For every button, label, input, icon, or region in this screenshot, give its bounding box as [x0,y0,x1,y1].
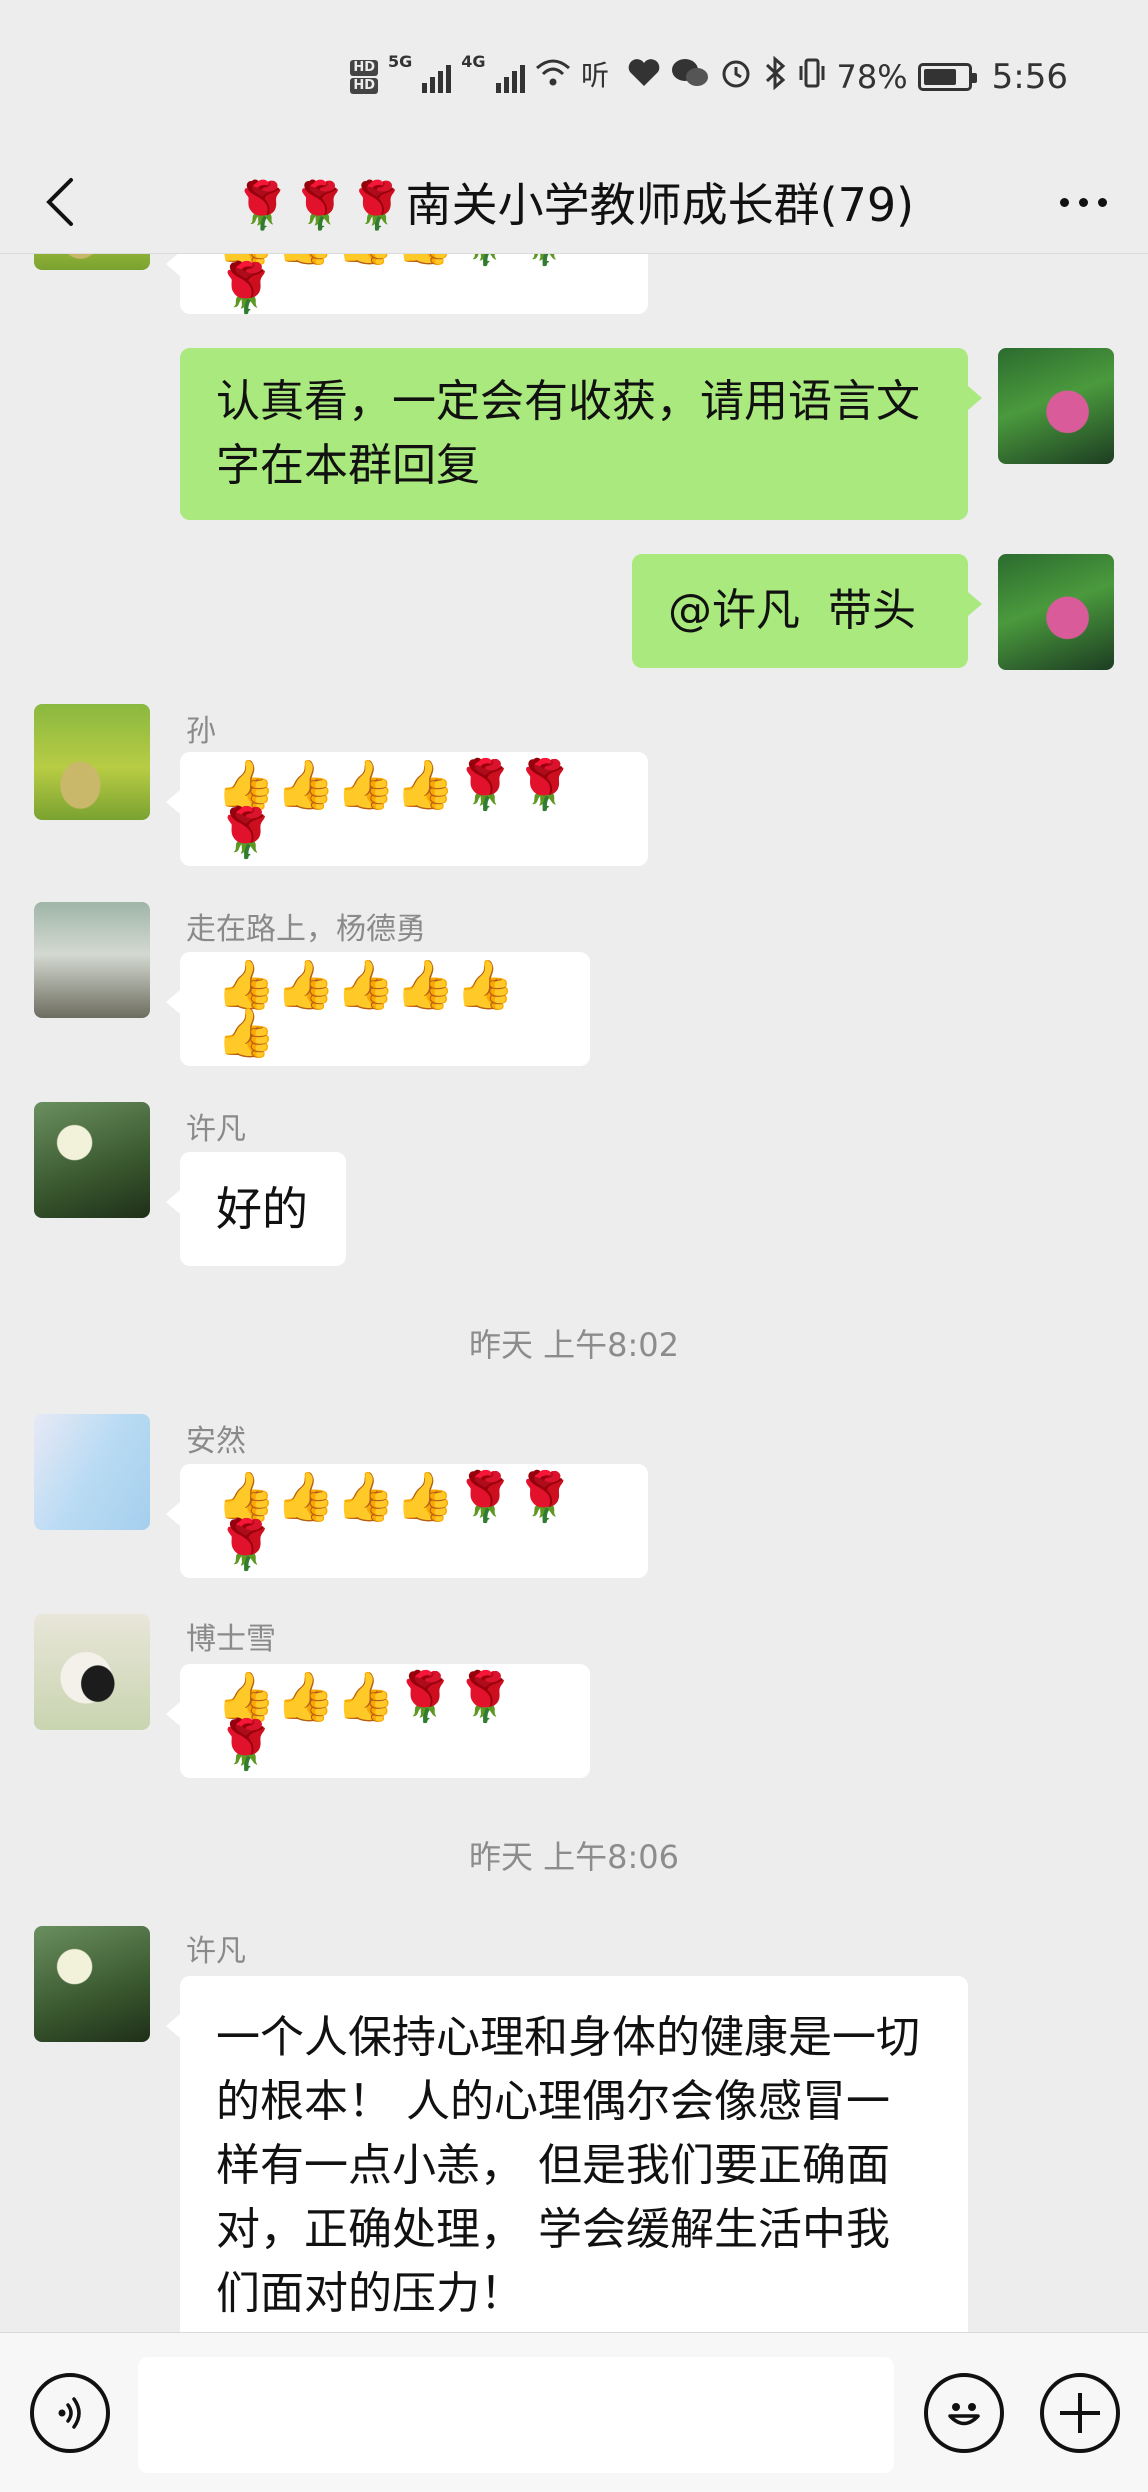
more-button[interactable] [1048,172,1118,232]
battery-fill [923,69,957,85]
voice-button[interactable] [30,2373,110,2453]
message-bubble[interactable]: 👍👍👍🌹🌹🌹 [166,1664,590,1778]
message-bubble[interactable]: 👍👍👍👍🌹🌹🌹 [166,254,648,316]
avatar[interactable] [34,704,150,820]
emoji-button[interactable] [924,2373,1004,2453]
sender-name: 安然 [186,1424,246,1459]
alarm-icon [719,56,753,98]
battery-icon [917,63,977,91]
signal-icon [422,61,452,93]
wechat-icon [671,57,709,97]
input-bar [0,2332,1148,2492]
more-dots-icon [1059,197,1069,207]
message-bubble[interactable]: 👍👍👍👍👍👍 [166,952,590,1066]
sender-name: 孙 [186,714,216,749]
sender-name: 许凡 [186,1934,246,1969]
svg-text:听: 听 [581,59,609,89]
sender-name: 博士雪 [186,1622,276,1657]
chat-title: 🌹🌹🌹南关小学教师成长群(79) [233,178,915,232]
network-label-1: 5G [387,52,413,71]
message-text: 👍👍👍👍🌹🌹🌹 [216,757,575,861]
signal-icon-2 [495,61,525,93]
avatar[interactable] [34,902,150,1018]
chat-area[interactable]: 👍👍👍👍🌹🌹🌹 认真看，一定会有收获，请用语言文字在本群回复 @许凡 带头 孙 … [0,254,1148,2332]
message-text: 👍👍👍👍🌹🌹🌹 [216,254,575,316]
message-text: 一个人保持心理和身体的健康是一切的根本！ 人的心理偶尔会像感冒一样有一点小恙， … [216,2012,920,2319]
message-bubble[interactable]: @许凡 带头 [632,554,982,668]
avatar[interactable] [34,1614,150,1730]
timestamp: 昨天 上午8:02 [468,1326,680,1364]
timestamp: 昨天 上午8:06 [468,1838,680,1876]
avatar[interactable] [34,1102,150,1218]
message-text: @许凡 带头 [668,585,916,636]
message-text: 认真看，一定会有收获，请用语言文字在本群回复 [216,376,920,491]
battery-percent: 78% [836,58,908,96]
heart-rate-icon [627,58,661,96]
plus-button[interactable] [1040,2373,1120,2453]
message-bubble[interactable]: 👍👍👍👍🌹🌹🌹 [166,752,648,866]
status-bar: HD HD 5G 4G 听 78% 5:56 [0,0,1148,150]
avatar-self[interactable] [998,554,1114,670]
message-bubble[interactable]: 👍👍👍👍🌹🌹🌹 [166,1464,648,1578]
avatar[interactable] [34,1414,150,1530]
voice-icon [58,2397,81,2429]
message-text: 👍👍👍👍🌹🌹🌹 [216,1469,575,1573]
status-icons: HD HD 5G 4G 听 78% 5:56 [350,52,1068,102]
avatar[interactable] [34,1926,150,2042]
message-bubble[interactable]: 认真看，一定会有收获，请用语言文字在本群回复 [180,348,982,520]
sender-name: 许凡 [186,1112,246,1147]
message-text: 👍👍👍👍👍👍 [216,957,515,1061]
hearing-aid-icon: 听 [581,57,617,97]
message-bubble[interactable]: 好的 [166,1152,346,1266]
hd-badge-icon: HD HD [350,60,378,94]
bluetooth-icon [763,55,787,98]
nav-bar: 🌹🌹🌹南关小学教师成长群(79) [0,150,1148,254]
vibrate-icon [797,57,827,97]
sender-name: 走在路上，杨德勇 [186,912,426,947]
message-text: 好的 [216,1182,308,1236]
avatar[interactable] [34,254,150,270]
wifi-icon [535,58,571,96]
status-time: 5:56 [991,57,1068,97]
emoji-icon [948,2403,980,2426]
message-bubble[interactable]: 一个人保持心理和身体的健康是一切的根本！ 人的心理偶尔会像感冒一样有一点小恙， … [166,1976,968,2332]
message-input[interactable] [138,2357,894,2473]
avatar-self[interactable] [998,348,1114,464]
message-text: 👍👍👍🌹🌹🌹 [216,1669,515,1773]
network-label-2: 4G [461,52,486,71]
